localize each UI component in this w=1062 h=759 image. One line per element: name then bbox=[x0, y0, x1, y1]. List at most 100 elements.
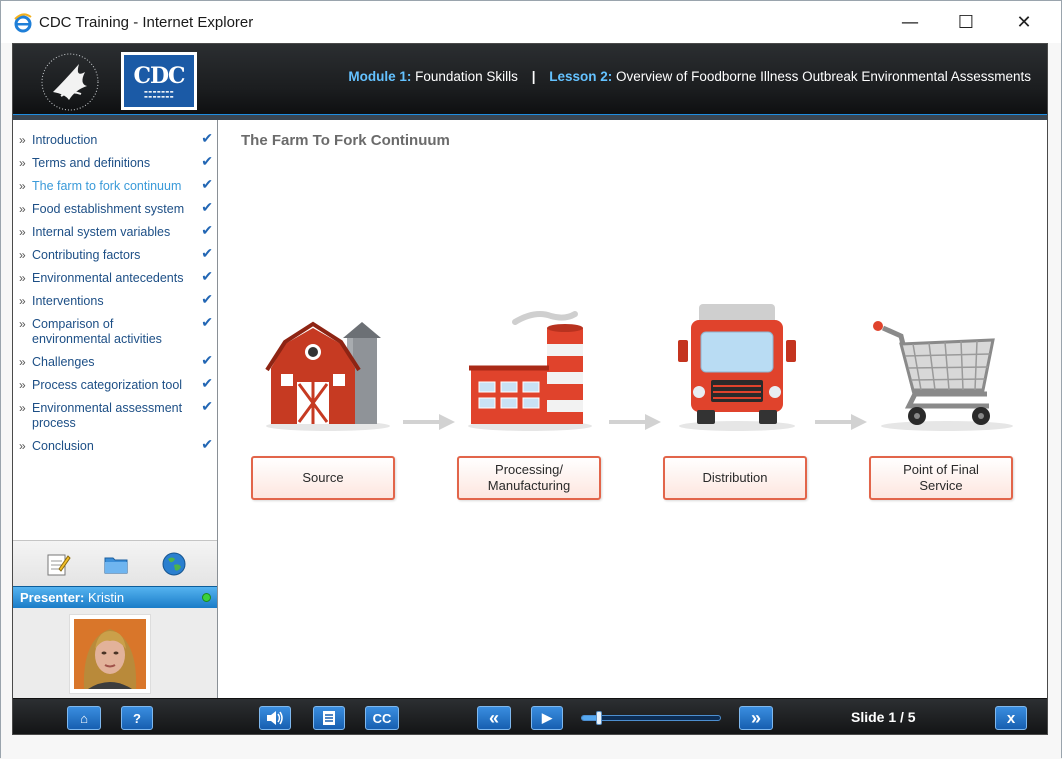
sidebar-item[interactable]: » Contributing factors ✔ bbox=[13, 245, 217, 268]
status-strip bbox=[1, 735, 1061, 759]
presenter-status-indicator bbox=[202, 593, 211, 602]
checkmark-icon: ✔ bbox=[201, 245, 213, 261]
checkmark-icon: ✔ bbox=[201, 153, 213, 169]
checkmark-icon: ✔ bbox=[201, 268, 213, 284]
home-button[interactable]: ⌂ bbox=[67, 706, 101, 730]
menu-bullet-icon: » bbox=[19, 401, 26, 415]
module-name: Foundation Skills bbox=[415, 69, 518, 84]
transcript-button[interactable] bbox=[313, 706, 345, 730]
checkmark-icon: ✔ bbox=[201, 199, 213, 215]
title-bar: CDC Training - Internet Explorer — ☐ ✕ bbox=[1, 1, 1061, 43]
checkmark-icon: ✔ bbox=[201, 130, 213, 146]
audio-button[interactable] bbox=[259, 706, 291, 730]
presenter-area bbox=[13, 608, 217, 698]
sidebar-item-label: Conclusion bbox=[32, 439, 94, 453]
lesson-menu: » Introduction ✔ » Terms and definitions ✔ » Th… bbox=[13, 130, 217, 459]
window-title: CDC Training - Internet Explorer bbox=[39, 14, 254, 31]
sidebar: » Introduction ✔ » Terms and definitions ✔ » Th… bbox=[13, 120, 218, 698]
globe-icon[interactable] bbox=[161, 551, 187, 577]
minimize-button[interactable]: — bbox=[881, 1, 939, 43]
sidebar-item[interactable]: » Introduction ✔ bbox=[13, 130, 217, 153]
course-header: CDC ▬▬▬▬▬▬▬ ▬▬▬▬▬▬▬ Module 1: Foundation… bbox=[13, 44, 1047, 120]
presenter-avatar bbox=[74, 619, 146, 689]
forward-button[interactable]: » bbox=[739, 706, 773, 730]
menu-bullet-icon: » bbox=[19, 179, 26, 193]
sidebar-item[interactable]: » Internal system variables ✔ bbox=[13, 222, 217, 245]
menu-bullet-icon: » bbox=[19, 439, 26, 453]
rewind-button[interactable]: « bbox=[477, 706, 511, 730]
play-button[interactable]: ▶ bbox=[531, 706, 563, 730]
checkmark-icon: ✔ bbox=[201, 314, 213, 330]
sidebar-item[interactable]: » Challenges ✔ bbox=[13, 352, 217, 375]
progress-knob[interactable] bbox=[595, 711, 602, 725]
checkmark-icon: ✔ bbox=[201, 352, 213, 368]
checkmark-icon: ✔ bbox=[201, 398, 213, 414]
module-label: Module 1: bbox=[348, 69, 412, 84]
player-controls: ⌂ ? CC « ▶ » Slide 1 / 5 x bbox=[13, 698, 1047, 734]
presenter-bar: Presenter: Kristin bbox=[13, 586, 217, 608]
exit-button[interactable]: x bbox=[995, 706, 1027, 730]
sidebar-item[interactable]: » Conclusion ✔ bbox=[13, 436, 217, 459]
presenter-photo bbox=[69, 614, 151, 694]
sidebar-item-label: Introduction bbox=[32, 133, 98, 147]
lesson-name: Overview of Foodborne Illness Outbreak E… bbox=[616, 69, 1031, 84]
sidebar-item-label: The farm to fork continuum bbox=[32, 179, 182, 193]
course-title: Module 1: Foundation Skills | Lesson 2: … bbox=[348, 69, 1031, 84]
cdc-logo-text: CDC bbox=[133, 63, 185, 89]
factory-icon bbox=[468, 311, 592, 431]
flow-arrow-icon bbox=[403, 414, 455, 430]
menu-bullet-icon: » bbox=[19, 317, 26, 331]
continuum-step-label: Source bbox=[251, 456, 395, 500]
sidebar-item[interactable]: » Interventions ✔ bbox=[13, 291, 217, 314]
speaker-icon bbox=[267, 711, 283, 725]
sidebar-item-label: Contributing factors bbox=[32, 248, 141, 262]
checkmark-icon: ✔ bbox=[201, 436, 213, 452]
document-icon bbox=[323, 711, 335, 725]
shopping-cart-icon bbox=[871, 319, 1013, 431]
presenter-name: Kristin bbox=[87, 590, 125, 605]
menu-bullet-icon: » bbox=[19, 202, 26, 216]
menu-bullet-icon: » bbox=[19, 133, 26, 147]
sidebar-item-label: Food establishment system bbox=[32, 202, 185, 216]
sidebar-tools bbox=[13, 540, 217, 586]
cdc-logo: CDC ▬▬▬▬▬▬▬ ▬▬▬▬▬▬▬ bbox=[121, 52, 197, 110]
sidebar-item[interactable]: » Food establishment system ✔ bbox=[13, 199, 217, 222]
sidebar-item-label: Process categorization tool bbox=[32, 378, 183, 392]
course-player: CDC ▬▬▬▬▬▬▬ ▬▬▬▬▬▬▬ Module 1: Foundation… bbox=[12, 43, 1048, 735]
sidebar-item-label: Environmental antecedents bbox=[32, 271, 184, 285]
truck-icon bbox=[678, 304, 796, 431]
closed-caption-button[interactable]: CC bbox=[365, 706, 399, 730]
continuum-step-label: Processing/ Manufacturing bbox=[457, 456, 601, 500]
flow-arrow-icon bbox=[609, 414, 661, 430]
maximize-button[interactable]: ☐ bbox=[937, 1, 995, 43]
menu-bullet-icon: » bbox=[19, 271, 26, 285]
sidebar-item-label: Interventions bbox=[32, 294, 104, 308]
close-window-button[interactable]: ✕ bbox=[995, 1, 1053, 43]
sidebar-item-label: Terms and definitions bbox=[32, 156, 151, 170]
progress-slider[interactable] bbox=[581, 711, 721, 725]
sidebar-item[interactable]: » Comparison of environmental activities ✔ bbox=[13, 314, 217, 352]
sidebar-item[interactable]: » Environmental assessment process ✔ bbox=[13, 398, 217, 436]
menu-bullet-icon: » bbox=[19, 225, 26, 239]
sidebar-item-label: Challenges bbox=[32, 355, 95, 369]
internet-explorer-icon bbox=[14, 13, 32, 33]
sidebar-item[interactable]: » Terms and definitions ✔ bbox=[13, 153, 217, 176]
checkmark-icon: ✔ bbox=[201, 291, 213, 307]
barn-icon bbox=[265, 321, 390, 431]
sidebar-item-label: Environmental assessment process bbox=[32, 401, 183, 430]
sidebar-item[interactable]: » Process categorization tool ✔ bbox=[13, 375, 217, 398]
menu-bullet-icon: » bbox=[19, 294, 26, 308]
checkmark-icon: ✔ bbox=[201, 375, 213, 391]
folder-icon[interactable] bbox=[103, 551, 129, 577]
continuum-step-label: Point of Final Service bbox=[869, 456, 1013, 500]
menu-bullet-icon: » bbox=[19, 355, 26, 369]
help-button[interactable]: ? bbox=[121, 706, 153, 730]
checkmark-icon: ✔ bbox=[201, 222, 213, 238]
slide-content: The Farm To Fork Continuum Source Proces… bbox=[219, 120, 1047, 698]
browser-window: CDC Training - Internet Explorer — ☐ ✕ C… bbox=[0, 0, 1062, 759]
sidebar-item[interactable]: » The farm to fork continuum ✔ bbox=[13, 176, 217, 199]
presenter-label: Presenter: bbox=[20, 590, 85, 605]
sidebar-item[interactable]: » Environmental antecedents ✔ bbox=[13, 268, 217, 291]
notes-icon[interactable] bbox=[45, 551, 71, 577]
menu-bullet-icon: » bbox=[19, 378, 26, 392]
